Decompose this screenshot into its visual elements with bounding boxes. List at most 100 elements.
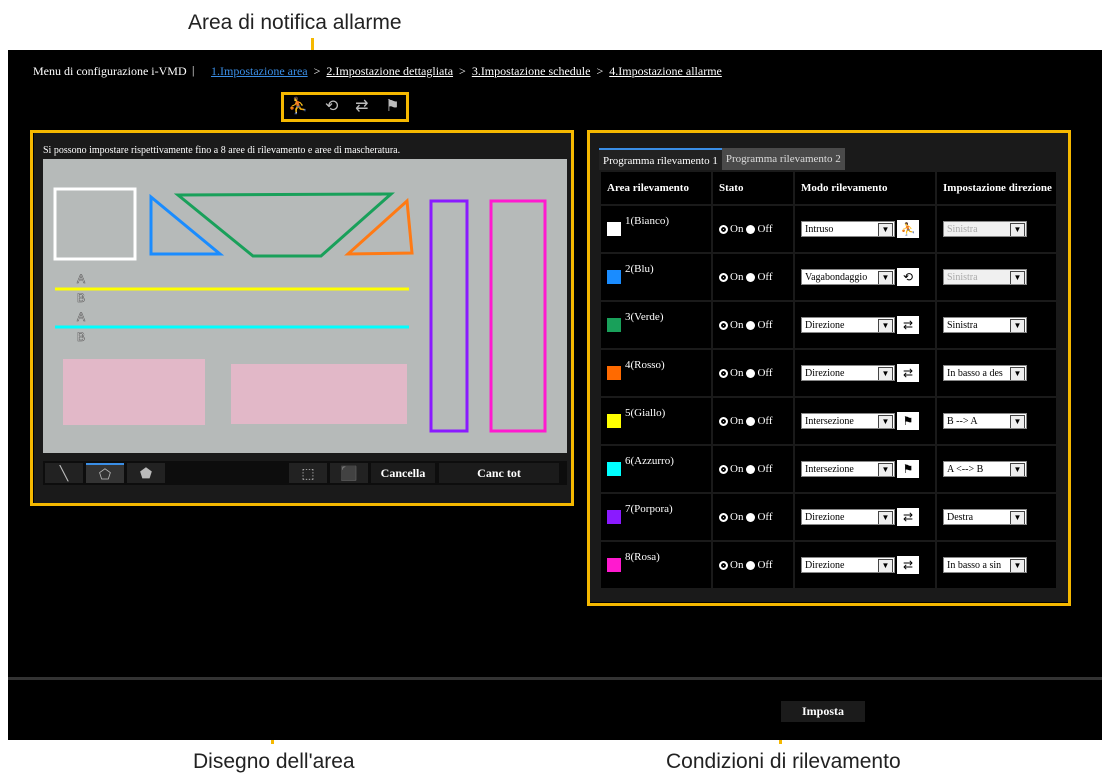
status-on-label: On [730, 223, 744, 236]
status-off-label: Off [757, 415, 773, 428]
status-cell: On Off [713, 350, 793, 396]
status-on-radio[interactable] [719, 416, 728, 426]
intruder-icon: ⛹ [288, 98, 309, 115]
mode-select[interactable]: Direzione ▼ [801, 317, 895, 333]
area-name: 5(Giallo) [625, 407, 666, 419]
status-on-label: On [730, 463, 744, 476]
status-off-radio[interactable] [746, 416, 756, 426]
area-color-swatch [607, 270, 621, 284]
area-color-swatch [607, 414, 621, 428]
callout-alarm-notification-area: Area di notifica allarme [188, 11, 402, 34]
mode-select[interactable]: Vagabondaggio ▼ [801, 269, 895, 285]
cancel-all-button[interactable]: Canc tot [439, 463, 559, 483]
direction-icon: ⇄ [897, 364, 919, 382]
chevron-down-icon: ▼ [1010, 559, 1025, 572]
line-label-a: A [77, 310, 85, 324]
polygon-tool-button[interactable]: ⬠ [86, 463, 124, 483]
line-tool-button[interactable]: ╲ [45, 463, 83, 483]
direction-select[interactable]: Destra ▼ [943, 509, 1027, 525]
status-on-label: On [730, 271, 744, 284]
step-breadcrumb: 1.Impostazione area > 2.Impostazione det… [211, 64, 722, 79]
status-cell: On Off [713, 398, 793, 444]
direction-select[interactable]: Sinistra ▼ [943, 317, 1027, 333]
status-on-radio[interactable] [719, 512, 728, 522]
mode-cell: Intruso ▼ ⛹ [795, 206, 935, 252]
status-on-radio[interactable] [719, 272, 728, 282]
chevron-down-icon: ▼ [878, 511, 893, 524]
mode-select[interactable]: Direzione ▼ [801, 557, 895, 573]
direction-select[interactable]: In basso a des ▼ [943, 365, 1027, 381]
step-alarm-setting[interactable]: 4.Impostazione allarme [609, 64, 722, 79]
direction-select-value: Sinistra [947, 272, 978, 283]
status-off-radio[interactable] [746, 272, 756, 282]
direction-select: Sinistra ▼ [943, 221, 1027, 237]
mask-area-1 [63, 359, 205, 425]
status-on-label: On [730, 319, 744, 332]
status-off-label: Off [757, 319, 773, 332]
chevron-down-icon: ▼ [1010, 223, 1025, 236]
area-name: 4(Rosso) [625, 359, 665, 371]
tab-program-1[interactable]: Programma rilevamento 1 [599, 148, 722, 170]
direction-select[interactable]: A <--> B ▼ [943, 461, 1027, 477]
mode-cell: Direzione ▼ ⇄ [795, 542, 935, 588]
mode-select[interactable]: Intersezione ▼ [801, 413, 895, 429]
direction-cell: In basso a sin ▼ [937, 542, 1056, 588]
line-label-b: B [77, 291, 85, 305]
select-mask-tool-button[interactable]: ⬛ [330, 463, 368, 483]
direction-select-value: Destra [947, 512, 974, 523]
area-cell: 2(Blu) [601, 254, 711, 300]
mode-select[interactable]: Intruso ▼ [801, 221, 895, 237]
status-off-radio[interactable] [746, 512, 756, 522]
area-color-swatch [607, 318, 621, 332]
mode-cell: Vagabondaggio ▼ ⟲ [795, 254, 935, 300]
chevron-down-icon: ▼ [878, 415, 893, 428]
table-row: 1(Bianco) On Off Intruso ▼ ⛹ Sinistra ▼ [601, 206, 1056, 252]
chevron-down-icon: ▼ [1010, 271, 1025, 284]
mode-cell: Intersezione ▼ ⚑ [795, 446, 935, 492]
area-cell: 5(Giallo) [601, 398, 711, 444]
step-detail-setting[interactable]: 2.Impostazione dettagliata [326, 64, 453, 79]
chevron-down-icon: ▼ [1010, 463, 1025, 476]
status-on-radio[interactable] [719, 320, 728, 330]
select-area-tool-button[interactable]: ⬚ [289, 463, 327, 483]
direction-select[interactable]: In basso a sin ▼ [943, 557, 1027, 573]
direction-select-value: In basso a sin [947, 560, 1002, 571]
status-on-radio[interactable] [719, 224, 728, 234]
tab-program-2[interactable]: Programma rilevamento 2 [721, 148, 845, 170]
direction-icon: ⇄ [897, 508, 919, 526]
table-row: 7(Porpora) On Off Direzione ▼ ⇄ Destra ▼ [601, 494, 1056, 540]
crossing-icon: ⚑ [897, 412, 919, 430]
status-off-radio[interactable] [746, 560, 756, 570]
line-label-a: A [77, 272, 85, 286]
step-schedule-setting[interactable]: 3.Impostazione schedule [472, 64, 591, 79]
mask-polygon-tool-button[interactable]: ⬟ [127, 463, 165, 483]
mode-select[interactable]: Direzione ▼ [801, 365, 895, 381]
status-off-radio[interactable] [746, 224, 756, 234]
status-on-radio[interactable] [719, 464, 728, 474]
table-row: 8(Rosa) On Off Direzione ▼ ⇄ In basso a sin ▼ [601, 542, 1056, 588]
status-off-radio[interactable] [746, 368, 756, 378]
status-on-radio[interactable] [719, 368, 728, 378]
area-name: 7(Porpora) [625, 503, 673, 515]
direction-select-value: B --> A [947, 416, 978, 427]
chevron-down-icon: ▼ [1010, 367, 1025, 380]
cancel-button[interactable]: Cancella [371, 463, 435, 483]
area-name: 6(Azzurro) [625, 455, 674, 467]
area-cell: 3(Verde) [601, 302, 711, 348]
status-off-label: Off [757, 463, 773, 476]
mode-select[interactable]: Direzione ▼ [801, 509, 895, 525]
title-separator: | [192, 63, 195, 77]
status-on-label: On [730, 367, 744, 380]
status-on-radio[interactable] [719, 560, 728, 570]
status-off-radio[interactable] [746, 320, 756, 330]
mode-select[interactable]: Intersezione ▼ [801, 461, 895, 477]
step-area-setting[interactable]: 1.Impostazione area [211, 64, 308, 79]
direction-select[interactable]: B --> A ▼ [943, 413, 1027, 429]
status-off-radio[interactable] [746, 464, 756, 474]
mode-select-value: Intersezione [805, 464, 854, 475]
direction-cell: Sinistra ▼ [937, 302, 1056, 348]
area-canvas[interactable]: A B A B [43, 159, 567, 453]
direction-select-value: A <--> B [947, 464, 984, 475]
table-row: 6(Azzurro) On Off Intersezione ▼ ⚑ A <--> B ▼ [601, 446, 1056, 492]
set-button[interactable]: Imposta [781, 701, 865, 722]
